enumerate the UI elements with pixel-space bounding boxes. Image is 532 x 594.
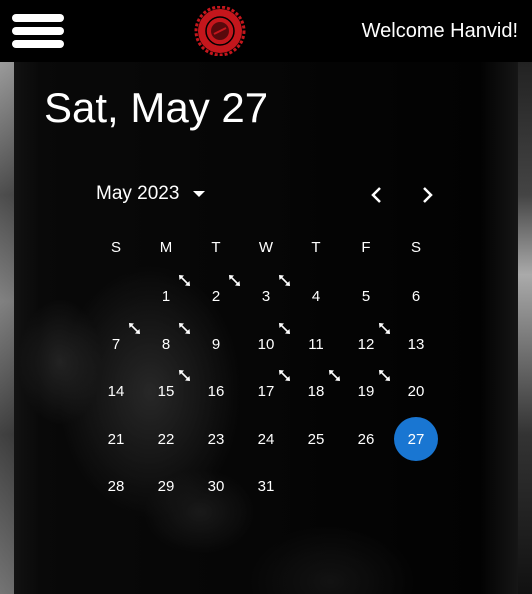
calendar-day[interactable]: 20 <box>394 369 438 413</box>
diagonal-arrow-icon <box>279 370 290 381</box>
menu-bar <box>12 40 64 48</box>
weekday-label: M <box>159 239 173 256</box>
calendar-day[interactable]: 11 <box>294 322 338 366</box>
weekday-label: S <box>110 239 121 256</box>
month-year-selector[interactable]: May 2023 <box>96 182 206 206</box>
hamburger-menu-icon[interactable] <box>12 14 64 48</box>
diagonal-arrow-icon <box>279 323 290 334</box>
calendar-day[interactable]: 21 <box>94 417 138 461</box>
chevron-right-icon[interactable] <box>412 180 442 210</box>
chevron-left-icon[interactable] <box>362 180 392 210</box>
calendar-day[interactable]: 16 <box>194 369 238 413</box>
menu-bar <box>12 27 64 35</box>
calendar-day[interactable]: 28 <box>94 464 138 508</box>
selected-day[interactable]: 27 <box>394 417 438 461</box>
weekday-label: T <box>211 239 221 256</box>
calendar-day[interactable]: 24 <box>244 417 288 461</box>
diagonal-arrow-icon <box>229 275 240 286</box>
background-edge-left <box>0 62 14 594</box>
calendar-day[interactable]: 4 <box>294 274 338 318</box>
diagonal-arrow-icon <box>179 370 190 381</box>
selected-date-title: Sat, May 27 <box>44 84 269 131</box>
month-year-label: May 2023 <box>96 183 180 204</box>
diagonal-arrow-icon <box>379 323 390 334</box>
weekday-label: T <box>311 239 321 256</box>
caret-down-icon <box>193 191 206 197</box>
calendar-day[interactable]: 22 <box>144 417 188 461</box>
diagonal-arrow-icon <box>179 323 190 334</box>
weekday-label: F <box>361 239 371 256</box>
menu-bar <box>12 14 64 22</box>
diagonal-arrow-icon <box>129 323 140 334</box>
background-edge-right <box>518 62 532 594</box>
diagonal-arrow-icon <box>329 370 340 381</box>
diagonal-arrow-icon <box>179 275 190 286</box>
welcome-message: Welcome Hanvid! <box>361 20 518 42</box>
weekday-label: S <box>410 239 421 256</box>
calendar-day[interactable]: 26 <box>344 417 388 461</box>
calendar-day[interactable]: 5 <box>344 274 388 318</box>
calendar-day[interactable]: 30 <box>194 464 238 508</box>
calendar-day[interactable]: 25 <box>294 417 338 461</box>
weekday-label: W <box>258 239 274 256</box>
calendar-day[interactable]: 29 <box>144 464 188 508</box>
calendar-day[interactable]: 31 <box>244 464 288 508</box>
calendar-day[interactable]: 9 <box>194 322 238 366</box>
top-bar: Welcome Hanvid! <box>0 0 532 62</box>
calendar-day[interactable]: 23 <box>194 417 238 461</box>
diagonal-arrow-icon <box>379 370 390 381</box>
logo-icon[interactable] <box>194 6 246 56</box>
calendar-day[interactable]: 14 <box>94 369 138 413</box>
calendar-day[interactable]: 6 <box>394 274 438 318</box>
diagonal-arrow-icon <box>279 275 290 286</box>
calendar-day[interactable]: 13 <box>394 322 438 366</box>
